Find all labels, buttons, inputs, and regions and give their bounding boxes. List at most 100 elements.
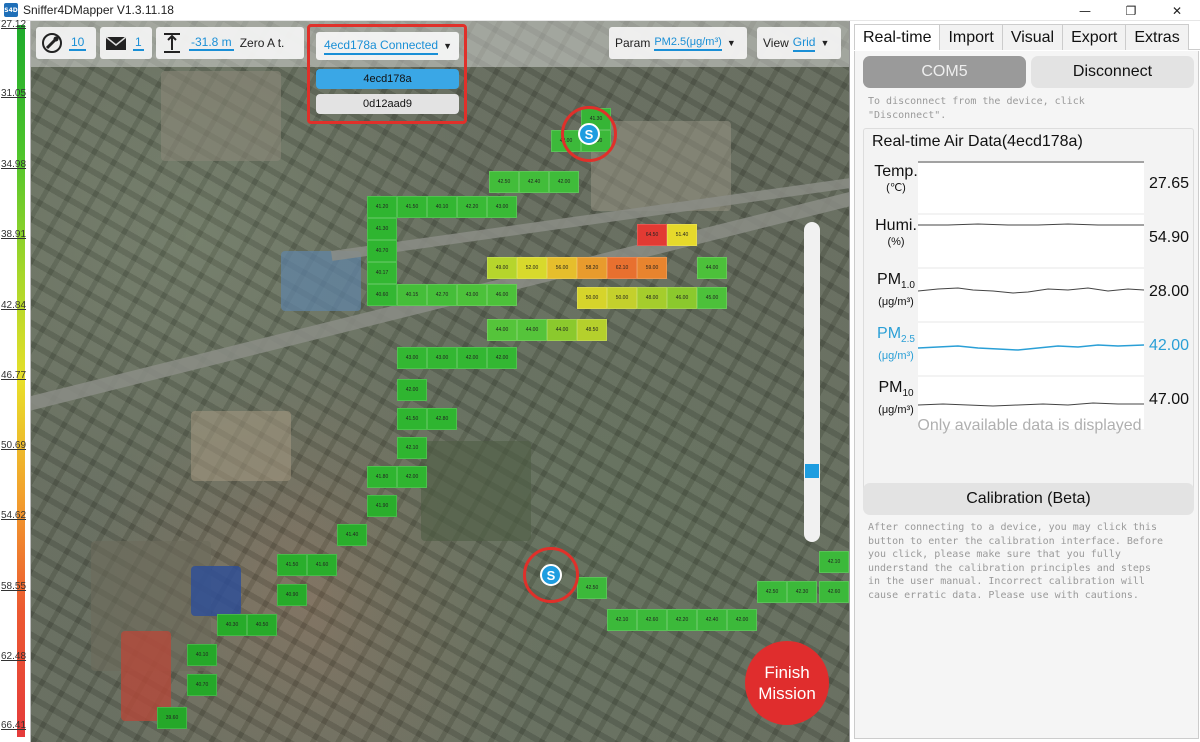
pm1-graph	[917, 269, 1145, 321]
tab-extras[interactable]: Extras	[1125, 24, 1189, 50]
temp-label: Temp. (℃)	[870, 163, 922, 195]
tab-real-time[interactable]: Real-time	[854, 24, 941, 50]
grid-cell: 40.10	[427, 196, 457, 218]
device-option[interactable]: 0d12aad9	[316, 94, 459, 114]
map-terrain	[281, 251, 361, 311]
humidity-label: Humi. (%)	[870, 217, 922, 249]
grid-cell: 40.90	[277, 584, 307, 606]
grid-cell: 42.20	[667, 609, 697, 631]
grid-cell: 40.17	[367, 262, 397, 284]
view-label: View	[763, 36, 789, 50]
app-window: S4D Sniffer4DMapper V1.3.11.18 — ❐ ✕ 27.…	[0, 0, 1200, 742]
grid-cell: 43.00	[457, 284, 487, 306]
pm25-unit: (μg/m³)	[878, 350, 914, 363]
close-button[interactable]: ✕	[1154, 0, 1200, 21]
tab-export[interactable]: Export	[1062, 24, 1127, 50]
app-logo-icon: S4D	[4, 3, 18, 17]
pm1-label: PM1.0 (μg/m³)	[870, 271, 922, 309]
map-zoom-slider[interactable]	[804, 222, 820, 542]
grid-cell: 50.00	[607, 287, 637, 309]
grid-cell: 45.00	[697, 287, 727, 309]
scale-label: 62.48	[1, 651, 27, 662]
map-terrain	[421, 441, 531, 541]
maximize-button[interactable]: ❐	[1108, 0, 1154, 21]
temp-row: Temp. (℃) 27.65	[868, 161, 1189, 213]
scale-label: 58.55	[1, 581, 27, 592]
device-option[interactable]: 4ecd178a	[316, 69, 459, 89]
chevron-down-icon: ▼	[443, 41, 453, 51]
pm25-value: 42.00	[1148, 337, 1189, 354]
grid-cell: 41.30	[367, 218, 397, 240]
pm10-label-text: PM	[878, 379, 903, 396]
hint-line: After connecting to a device, you may cl…	[868, 522, 1157, 533]
grid-cell: 42.50	[489, 171, 519, 193]
zero-altitude-label[interactable]: Zero A t.	[240, 36, 285, 50]
humidity-row: Humi. (%) 54.90	[868, 215, 1189, 267]
hint-line: you click, please make sure that you ful…	[868, 549, 1121, 560]
pm25-sub: 2.5	[901, 334, 915, 346]
humidity-graph	[918, 215, 1144, 267]
grid-cell: 40.10	[187, 644, 217, 666]
grid-cell: 42.30	[787, 581, 817, 603]
tab-visual[interactable]: Visual	[1001, 24, 1064, 50]
start-marker[interactable]: S	[561, 106, 617, 162]
map-terrain	[191, 411, 291, 481]
grid-cell: 42.40	[697, 609, 727, 631]
pm1-value: 28.00	[1148, 283, 1189, 300]
pm10-unit: (μg/m³)	[878, 404, 914, 417]
color-scale: 27.12 31.05 34.98 38.91 42.84 46.77 50.6…	[0, 19, 31, 742]
hint-line: button to enter the calibration interfac…	[868, 535, 1164, 547]
grid-cell: 42.00	[397, 379, 427, 401]
finish-mission-button[interactable]: Finish Mission	[745, 641, 829, 725]
altitude-control[interactable]: -31.8 m Zero A t.	[156, 27, 304, 59]
pm1-label-text: PM	[877, 271, 902, 288]
grid-cell: 42.50	[757, 581, 787, 603]
calibration-hint: After connecting to a device, you may cl…	[868, 521, 1163, 602]
grid-cell: 56.00	[547, 257, 577, 279]
tab-import[interactable]: Import	[939, 24, 1003, 50]
device-dropdown-highlight: 4ecd178a Connected ▼ 4ecd178a 0d12aad9	[307, 24, 467, 124]
temp-graph	[918, 161, 1144, 213]
map-zoom-slider-thumb[interactable]	[805, 464, 819, 478]
humidity-unit: (%)	[887, 236, 905, 248]
altitude-value: -31.8 m	[189, 35, 234, 51]
grid-cell: 42.00	[397, 466, 427, 488]
altitude-icon	[159, 30, 185, 56]
grid-cell: 62.10	[607, 257, 637, 279]
device-select[interactable]: 4ecd178a Connected ▼	[316, 32, 459, 60]
minimize-button[interactable]: —	[1062, 0, 1108, 21]
map-toolbar: 10 1 -31.8 m Zero A t. 4ecd178a Connecte…	[31, 21, 849, 124]
grid-cell: 41.50	[397, 196, 427, 218]
map-terrain	[191, 566, 241, 616]
param-value: PM2.5(μg/m³)	[654, 36, 722, 51]
com-port-button[interactable]: COM5	[863, 56, 1026, 88]
humidity-label-text: Humi.	[875, 217, 917, 234]
grid-cell: 42.50	[577, 577, 607, 599]
pm25-label-text: PM	[877, 325, 902, 342]
hint-line: understand the calibration principles an…	[868, 562, 1151, 574]
start-marker-icon: S	[540, 564, 562, 586]
real-time-tab-body: COM5 Disconnect To disconnect from the d…	[854, 51, 1199, 739]
view-select[interactable]: View Grid ▼	[757, 27, 841, 59]
grid-cell: 49.00	[487, 257, 517, 279]
scale-label: 42.84	[1, 300, 27, 311]
window-title: Sniffer4DMapper V1.3.11.18	[23, 3, 174, 17]
scale-label: 66.41	[1, 720, 27, 731]
chevron-down-icon: ▼	[820, 38, 830, 48]
disconnect-button[interactable]: Disconnect	[1031, 56, 1194, 88]
mail-icon	[103, 30, 129, 56]
param-label: Param	[615, 36, 651, 50]
grid-cell: 42.10	[607, 609, 637, 631]
pm1-row: PM1.0 (μg/m³) 28.00	[868, 269, 1189, 321]
map-view[interactable]: 42.00 42.00 41.30 42.50 42.40 42.00 41.2…	[31, 21, 849, 742]
humidity-value: 54.90	[1148, 229, 1189, 246]
scale-label: 50.69	[1, 440, 27, 451]
grid-cell: 43.00	[487, 196, 517, 218]
grid-cell: 42.00	[457, 347, 487, 369]
calibration-button[interactable]: Calibration (Beta)	[863, 483, 1194, 515]
chevron-down-icon: ▼	[726, 38, 736, 48]
grid-cell: 39.60	[157, 707, 187, 729]
start-marker[interactable]: S	[523, 547, 579, 603]
satellite-icon	[39, 30, 65, 56]
param-select[interactable]: Param PM2.5(μg/m³) ▼	[609, 27, 747, 59]
